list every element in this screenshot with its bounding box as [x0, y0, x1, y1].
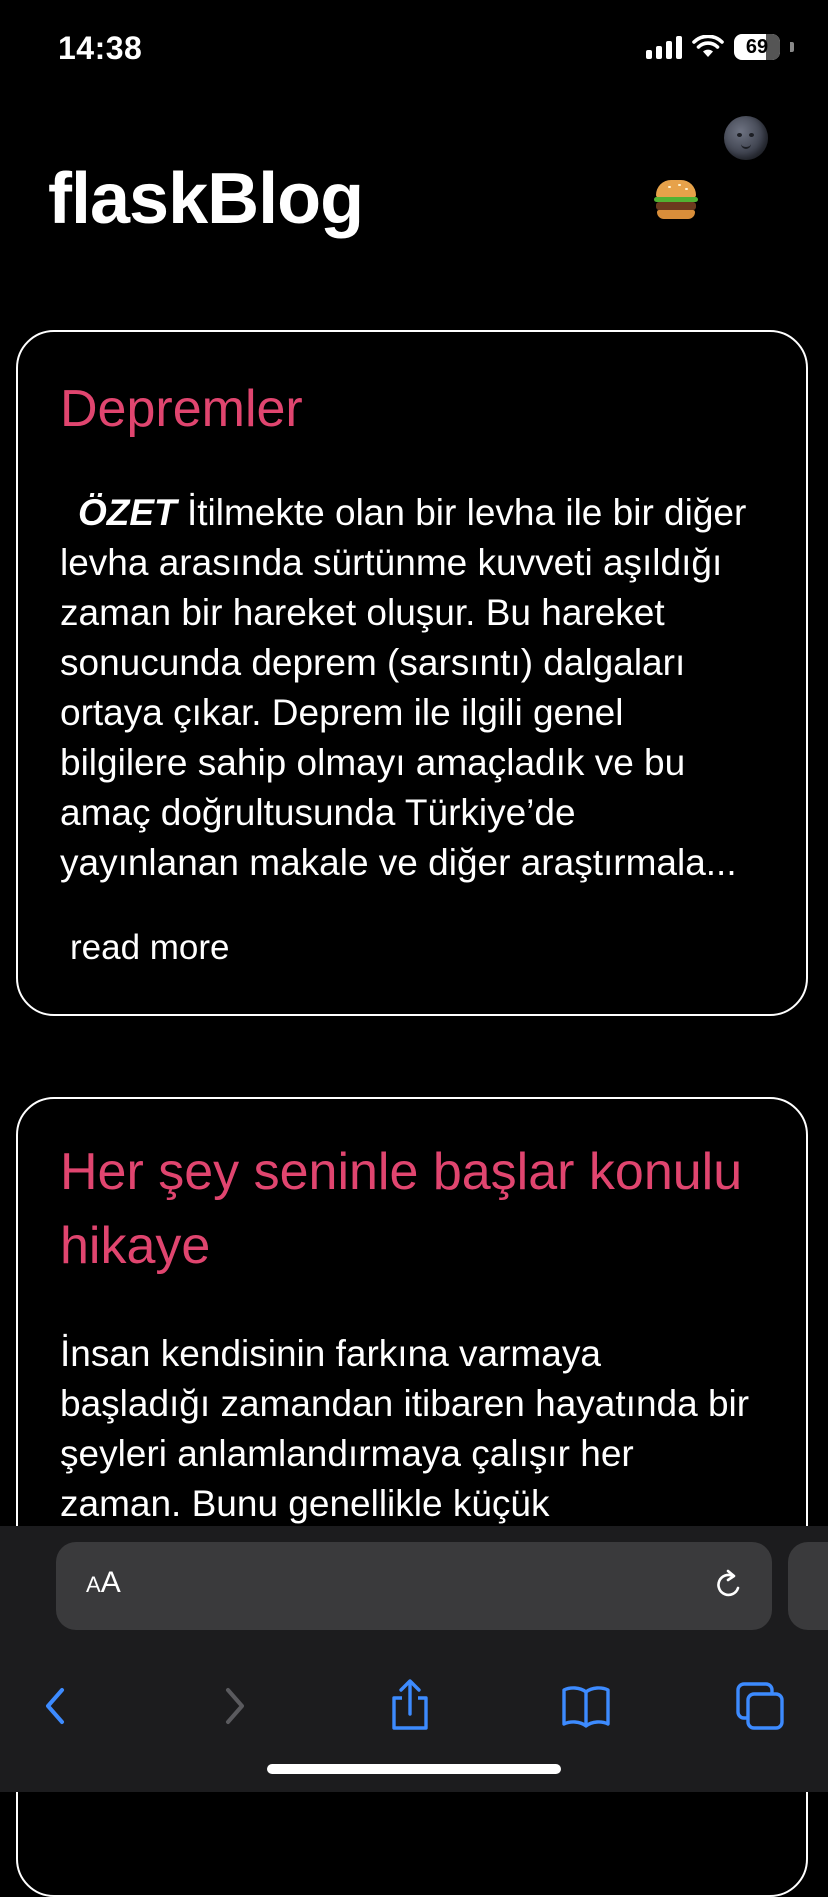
post-excerpt: İnsan kendisinin farkına varmaya başladı… [60, 1333, 750, 1524]
address-bar[interactable]: AA [56, 1542, 772, 1630]
battery-tip [790, 42, 794, 52]
share-icon[interactable] [380, 1678, 440, 1734]
post-title[interactable]: Depremler [60, 372, 303, 446]
cellular-signal-icon [646, 35, 682, 59]
text-size-button[interactable]: AA [86, 1566, 121, 1600]
browser-toolbar: AA [0, 1526, 828, 1792]
post-card: Depremler ÖZET İtilmekte olan bir levha … [16, 330, 808, 1016]
status-icons: 69 [646, 34, 794, 60]
excerpt-text: İtilmekte olan bir levha ile bir diğer l… [60, 492, 747, 883]
wifi-icon [692, 35, 724, 57]
battery-icon: 69 [734, 34, 780, 60]
chevron-right-icon[interactable] [206, 1678, 266, 1734]
chevron-left-icon[interactable] [28, 1678, 88, 1734]
reload-icon[interactable] [712, 1568, 746, 1602]
home-indicator[interactable] [267, 1764, 561, 1774]
status-bar: 14:38 69 [0, 0, 828, 100]
hamburger-emoji-icon[interactable] [654, 178, 698, 222]
next-tab-preview[interactable] [788, 1542, 828, 1630]
moon-face-icon[interactable] [724, 116, 768, 160]
tabs-icon[interactable] [730, 1678, 790, 1734]
book-icon[interactable] [556, 1678, 616, 1734]
status-time: 14:38 [58, 30, 143, 66]
post-title[interactable]: Her şey seninle başlar konulu hikaye [60, 1135, 760, 1283]
read-more-link[interactable]: read more [70, 928, 230, 968]
battery-level: 69 [745, 35, 769, 58]
post-excerpt: ÖZET İtilmekte olan bir levha ile bir di… [60, 488, 760, 888]
excerpt-lead: ÖZET [78, 492, 177, 533]
site-title[interactable]: flaskBlog [48, 158, 364, 240]
